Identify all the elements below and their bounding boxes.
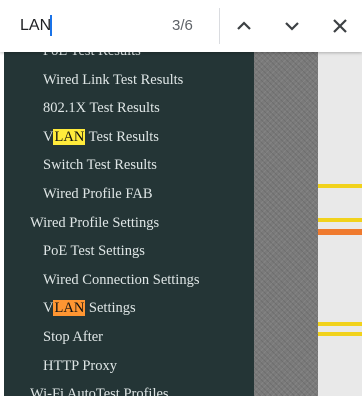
- scrollbar-match-marker: [318, 322, 362, 326]
- scrollbar-match-marker: [318, 184, 362, 188]
- sidebar-item[interactable]: Switch Test Results: [4, 151, 254, 179]
- close-find-button[interactable]: [324, 10, 356, 42]
- sidebar-item[interactable]: Wired Profile FAB: [4, 180, 254, 208]
- sidebar-item[interactable]: Wired Link Test Results: [4, 66, 254, 94]
- sidebar-item[interactable]: Wired Profile Settings: [4, 209, 254, 237]
- web-page: PoE Test ResultsWired Link Test Results8…: [0, 0, 362, 396]
- sidebar-item-label: Wired Profile FAB: [43, 186, 153, 202]
- find-match-highlight: LAN: [53, 128, 86, 145]
- sidebar-item[interactable]: HTTP Proxy: [4, 352, 254, 380]
- text-caret: [50, 15, 52, 36]
- sidebar-item-label: PoE Test Settings: [43, 243, 145, 260]
- sidebar-item-label: 802.1X Test Results: [43, 100, 160, 117]
- content-area: [254, 0, 318, 396]
- sidebar-item[interactable]: VLAN Settings: [4, 294, 254, 322]
- sidebar-item[interactable]: Stop After: [4, 323, 254, 351]
- match-count: 3/6: [172, 17, 193, 34]
- scrollbar-track[interactable]: [318, 0, 362, 396]
- sidebar-item-label: Settings: [85, 300, 136, 317]
- sidebar-item[interactable]: VLAN Test Results: [4, 123, 254, 151]
- sidebar-item-label: Wired Profile Settings: [30, 214, 160, 231]
- scrollbar-match-marker: [318, 332, 362, 336]
- find-in-page-bar: 3/6: [0, 0, 362, 52]
- sidebar-item[interactable]: 802.1X Test Results: [4, 94, 254, 122]
- chevron-up-icon: [237, 21, 251, 30]
- sidebar-item-label: V: [43, 300, 54, 317]
- sidebar-item-label: Switch Test Results: [43, 157, 157, 174]
- sidebar-item-label: HTTP Proxy: [43, 357, 117, 374]
- current-find-match-highlight: LAN: [53, 300, 86, 317]
- chevron-down-icon: [285, 22, 299, 31]
- sidebar-navigation: PoE Test ResultsWired Link Test Results8…: [4, 0, 254, 396]
- sidebar-item-label: Wired Link Test Results: [43, 71, 184, 88]
- sidebar-item-label: Test Results: [85, 128, 159, 145]
- sidebar-item-label: V: [43, 128, 54, 145]
- divider: [219, 8, 220, 44]
- scrollbar-current-match-marker: [318, 229, 362, 235]
- sidebar-item[interactable]: Wired Connection Settings: [4, 266, 254, 294]
- sidebar-item-label: Wi-Fi AutoTest Profiles: [30, 386, 169, 396]
- previous-match-button[interactable]: [228, 10, 260, 42]
- find-input[interactable]: [20, 14, 150, 38]
- next-match-button[interactable]: [276, 10, 308, 42]
- sidebar-item[interactable]: PoE Test Settings: [4, 237, 254, 265]
- sidebar-item-label: Wired Connection Settings: [43, 271, 200, 288]
- sidebar-item-label: Stop After: [43, 329, 104, 345]
- sidebar-item[interactable]: Wi-Fi AutoTest Profiles: [4, 380, 254, 396]
- scrollbar-match-marker: [318, 218, 362, 222]
- close-icon: [333, 19, 347, 33]
